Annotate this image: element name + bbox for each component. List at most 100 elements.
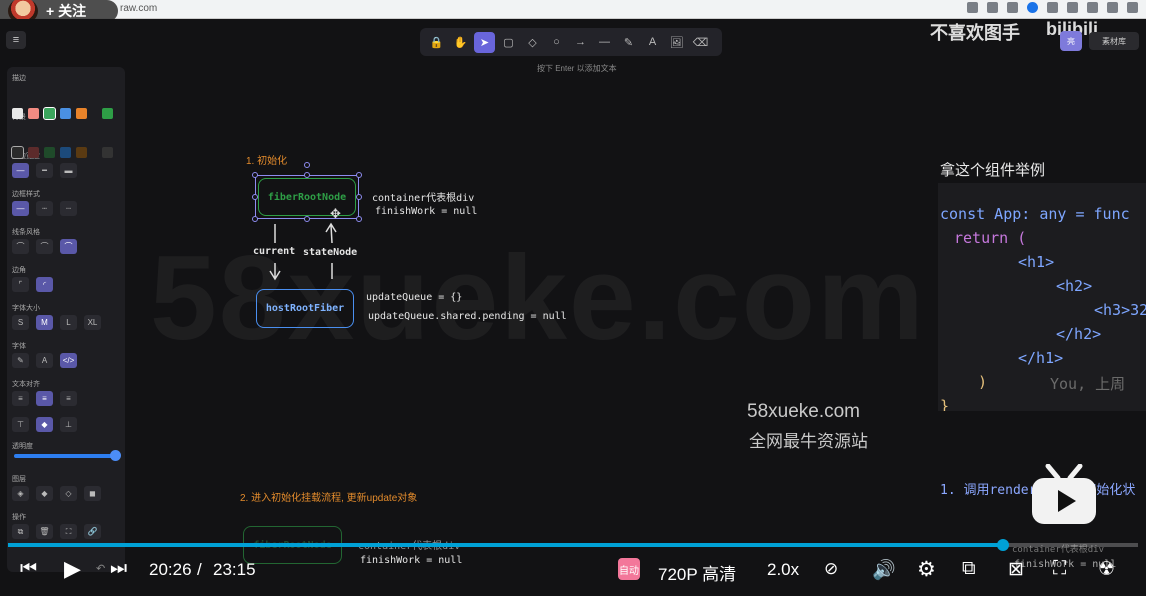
- align-center-button[interactable]: ≡: [36, 391, 53, 406]
- toolbar-tool-4-icon[interactable]: ◇: [522, 32, 543, 53]
- resize-handle-nw[interactable]: [252, 172, 258, 178]
- background-colors-swatch-3[interactable]: [60, 147, 71, 158]
- web-fullscreen-icon[interactable]: ⛶: [1053, 558, 1066, 580]
- share-icon[interactable]: [1007, 2, 1018, 13]
- previous-icon[interactable]: ⏮: [20, 558, 37, 580]
- progress-handle[interactable]: [996, 539, 1009, 551]
- background-colors-swatch-0[interactable]: [11, 146, 24, 159]
- toolbar-tool-6-icon[interactable]: →: [570, 32, 591, 53]
- font-code-button[interactable]: </>: [60, 353, 77, 368]
- valign-bottom-button[interactable]: ⊥: [60, 417, 77, 432]
- resize-handle-se[interactable]: [356, 216, 362, 222]
- volume-icon[interactable]: 🔊: [872, 558, 896, 582]
- download-icon[interactable]: [967, 2, 978, 13]
- toolbar-tool-0-icon[interactable]: 🔒: [426, 32, 447, 53]
- toolbar-tool-8-icon[interactable]: ✎: [618, 32, 639, 53]
- stroke-dotted-button[interactable]: ┈: [60, 201, 77, 216]
- stroke-width-bold-button[interactable]: ━: [36, 163, 53, 178]
- toolbar-tool-11-icon[interactable]: ⌫: [690, 32, 711, 53]
- sidebar-icon[interactable]: [1087, 2, 1098, 13]
- background-colors-swatch-5[interactable]: [102, 147, 113, 158]
- stroke-width-extra-bold-button[interactable]: ▬: [60, 163, 77, 178]
- toolbar-tool-5-icon[interactable]: ○: [546, 32, 567, 53]
- code-line-3: <h2>: [1056, 277, 1093, 295]
- page-scroll-edge: [1146, 0, 1161, 596]
- edges-round-button[interactable]: ◜: [36, 277, 53, 292]
- host-root-fiber-box[interactable]: hostRootFiber: [256, 289, 354, 328]
- bring-to-front-button[interactable]: ◼: [84, 486, 101, 501]
- background-colors-swatch-4[interactable]: [76, 147, 87, 158]
- stroke-colors-swatch-0[interactable]: [12, 108, 23, 119]
- group-icon[interactable]: ⛶: [60, 524, 77, 539]
- follow-button[interactable]: + 关注: [46, 1, 86, 21]
- background-colors-swatch-2[interactable]: [44, 147, 55, 158]
- delete-icon[interactable]: 🗑: [36, 524, 53, 539]
- library-button[interactable]: 素材库: [1089, 32, 1139, 50]
- sloppiness-artist-button[interactable]: ⌒: [36, 239, 53, 254]
- profile-icon[interactable]: [1107, 2, 1118, 13]
- bring-forward-button[interactable]: ◇: [60, 486, 77, 501]
- font-handdrawn-button[interactable]: ✎: [12, 353, 29, 368]
- link-icon[interactable]: 🔗: [84, 524, 101, 539]
- toolbar-tool-1-icon[interactable]: ✋: [450, 32, 471, 53]
- font-size-l-button[interactable]: L: [60, 315, 77, 330]
- opacity-slider-handle[interactable]: [110, 450, 121, 461]
- next-icon[interactable]: ⏭: [110, 558, 127, 580]
- font-normal-button[interactable]: A: [36, 353, 53, 368]
- sloppiness-cartoonist-button[interactable]: ⌒: [60, 239, 77, 254]
- align-left-button[interactable]: ≡: [12, 391, 29, 406]
- play-icon[interactable]: ▶: [64, 556, 81, 582]
- fiber-root-node-box[interactable]: fiberRootNode: [258, 178, 356, 216]
- quality-button[interactable]: 720P 高清: [658, 560, 736, 585]
- widescreen-icon[interactable]: ⊠: [1008, 558, 1024, 581]
- toolbar-tool-10-icon[interactable]: 🖼: [666, 32, 687, 53]
- stroke-colors-swatch-2[interactable]: [43, 107, 56, 120]
- rotate-handle[interactable]: [304, 162, 310, 168]
- replay-icon[interactable]: ↶: [96, 562, 105, 575]
- subtitle-off-icon[interactable]: ⊘: [824, 559, 838, 579]
- browser-url[interactable]: raw.com: [120, 3, 157, 14]
- valign-top-button[interactable]: ⊤: [12, 417, 29, 432]
- bookmark-star-icon[interactable]: [1027, 2, 1038, 13]
- extensions-puzzle-icon[interactable]: [1067, 2, 1078, 13]
- stroke-width-thin-button[interactable]: —: [12, 163, 29, 178]
- hamburger-menu-button[interactable]: ≡: [6, 31, 26, 49]
- stroke-colors-swatch-5[interactable]: [102, 108, 113, 119]
- edges-sharp-button[interactable]: ⌜: [12, 277, 29, 292]
- toolbar-tool-7-icon[interactable]: —: [594, 32, 615, 53]
- toolbar-tool-2-icon[interactable]: ➤: [474, 31, 495, 53]
- translate-icon[interactable]: [987, 2, 998, 13]
- stroke-colors-swatch-4[interactable]: [76, 108, 87, 119]
- resize-handle-e[interactable]: [356, 194, 362, 200]
- extension-icon[interactable]: [1047, 2, 1058, 13]
- whiteboard-canvas[interactable]: 58xueke.com ≡ 🔒 ✋ ➤ ▢ ◇ ○ → — ✎ A 🖼 ⌫ 按下 Enter 以添加文…: [0, 19, 1146, 596]
- opacity-slider[interactable]: [14, 454, 118, 458]
- toolbar-tool-3-icon[interactable]: ▢: [498, 32, 519, 53]
- send-backward-button[interactable]: ◆: [36, 486, 53, 501]
- stroke-colors-swatch-3[interactable]: [60, 108, 71, 119]
- collaborator-avatar[interactable]: 亮: [1060, 31, 1082, 51]
- current-arrow: [269, 263, 281, 281]
- fullscreen-icon[interactable]: ☢: [1098, 558, 1115, 581]
- duplicate-icon[interactable]: ⧉: [12, 524, 29, 539]
- toolbar-tool-9-icon[interactable]: A: [642, 32, 663, 53]
- font-size-xl-button[interactable]: XL: [84, 315, 101, 330]
- picture-in-picture-icon[interactable]: ⧉: [962, 558, 976, 580]
- send-to-back-button[interactable]: ◈: [12, 486, 29, 501]
- stroke-colors-swatch-1[interactable]: [28, 108, 39, 119]
- align-right-button[interactable]: ≡: [60, 391, 77, 406]
- stroke-dashed-button[interactable]: ┄: [36, 201, 53, 216]
- background-colors-swatch-1[interactable]: [28, 147, 39, 158]
- valign-middle-button[interactable]: ◆: [36, 417, 53, 432]
- more-menu-icon[interactable]: [1127, 2, 1138, 13]
- font-size-s-button[interactable]: S: [12, 315, 29, 330]
- font-size-m-button[interactable]: M: [36, 315, 53, 330]
- video-player[interactable]: raw.com + 关注 58xueke.com ≡ 🔒 ✋ ➤ ▢ ◇ ○ → — ✎ A 🖼 ⌫ …: [0, 0, 1161, 596]
- resize-handle-ne[interactable]: [356, 172, 362, 178]
- settings-gear-icon[interactable]: ⚙: [917, 557, 936, 582]
- auto-subtitle-icon[interactable]: 自动: [618, 558, 640, 580]
- sloppiness-architect-button[interactable]: ⌒: [12, 239, 29, 254]
- stroke-solid-button[interactable]: —: [12, 201, 29, 216]
- speed-button[interactable]: 2.0x: [767, 560, 799, 580]
- resize-handle-sw[interactable]: [252, 216, 258, 222]
